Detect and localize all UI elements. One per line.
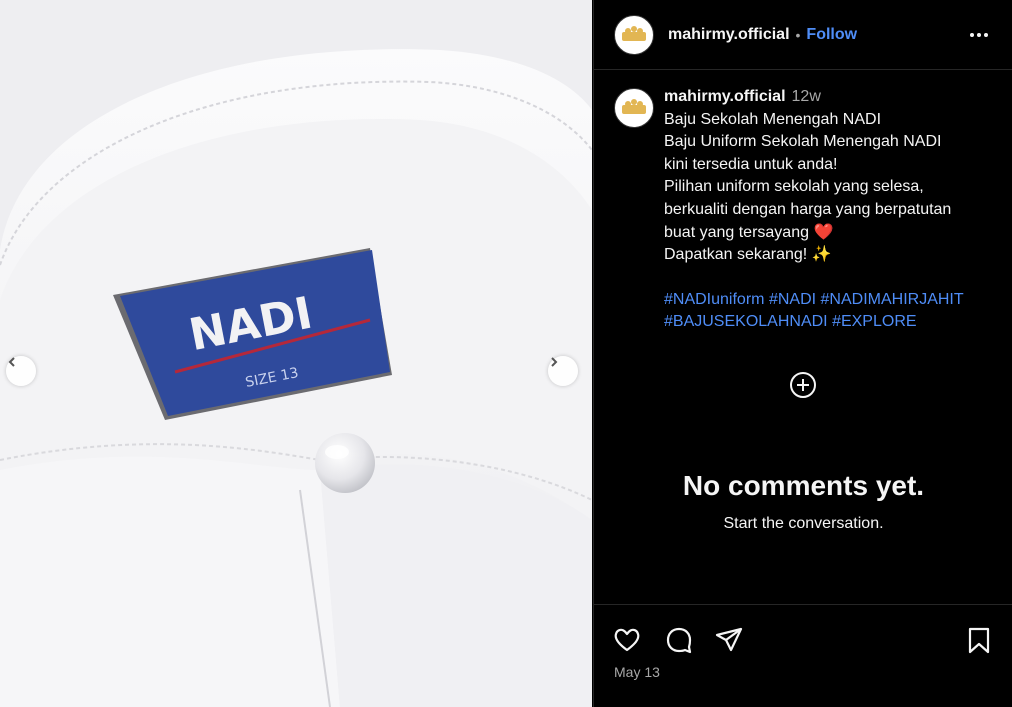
heart-icon[interactable] bbox=[612, 625, 642, 655]
no-comments-title: No comments yet. bbox=[682, 470, 925, 501]
post-image[interactable]: NADI SIZE 13 bbox=[0, 0, 592, 707]
caption-line: buat yang tersayang ❤️ bbox=[664, 223, 834, 241]
follow-button[interactable]: Follow bbox=[806, 26, 857, 44]
post-caption: mahirmy.official 12w Baju Sekolah Menenga… bbox=[614, 86, 1004, 334]
hashtags: #NADIuniform #NADI #NADIMAHIRJAHIT #BAJU… bbox=[664, 289, 964, 334]
post-actions: May 13 bbox=[594, 604, 1012, 707]
no-comments-subtitle: Start the conversation. bbox=[723, 515, 884, 532]
header-username[interactable]: mahirmy.official bbox=[668, 26, 790, 44]
load-more-comments-icon[interactable] bbox=[789, 371, 817, 399]
hashtag-link[interactable]: #NADIMAHIRJAHIT bbox=[821, 291, 964, 308]
caption-line: Baju Sekolah Menengah NADI bbox=[664, 110, 882, 128]
share-icon[interactable] bbox=[714, 625, 744, 655]
caption-line: Baju Uniform Sekolah Menengah NADI bbox=[664, 133, 942, 151]
hashtag-link[interactable]: #NADI bbox=[769, 291, 816, 308]
hashtag-link[interactable]: #BAJUSEKOLAHNADI bbox=[664, 313, 828, 330]
brand-logo-icon bbox=[622, 99, 646, 114]
brand-logo-icon bbox=[622, 25, 646, 41]
post-header: mahirmy.official • Follow bbox=[594, 0, 1012, 70]
post-details-panel: mahirmy.official • Follow mahirmy.offici… bbox=[593, 0, 1012, 707]
shirt-button bbox=[315, 433, 375, 493]
avatar[interactable] bbox=[614, 14, 654, 55]
separator-dot: • bbox=[795, 26, 801, 43]
shirt-photo: NADI SIZE 13 bbox=[0, 0, 592, 707]
caption-line: Dapatkan sekarang! ✨ bbox=[664, 246, 832, 264]
bookmark-icon[interactable] bbox=[964, 625, 994, 655]
caption-username[interactable]: mahirmy.official bbox=[664, 88, 786, 105]
chevron-left-icon bbox=[8, 357, 15, 367]
chevron-right-icon bbox=[551, 357, 558, 367]
more-horizontal-icon[interactable] bbox=[968, 24, 990, 46]
caption-line: Pilihan uniform sekolah yang selesa, bbox=[664, 178, 924, 196]
post-date[interactable]: May 13 bbox=[614, 664, 660, 680]
hashtag-link[interactable]: #EXPLORE bbox=[832, 313, 916, 330]
comment-icon[interactable] bbox=[664, 625, 694, 655]
caption-line: kini tersedia untuk anda! bbox=[664, 155, 838, 173]
previous-image-button[interactable] bbox=[6, 356, 36, 386]
caption-avatar[interactable] bbox=[614, 88, 654, 128]
caption-line: berkualiti dengan harga yang berpatutan bbox=[664, 200, 952, 218]
post-time[interactable]: 12w bbox=[792, 88, 821, 105]
hashtag-link[interactable]: #NADIuniform bbox=[664, 291, 764, 308]
next-image-button[interactable] bbox=[548, 356, 578, 386]
